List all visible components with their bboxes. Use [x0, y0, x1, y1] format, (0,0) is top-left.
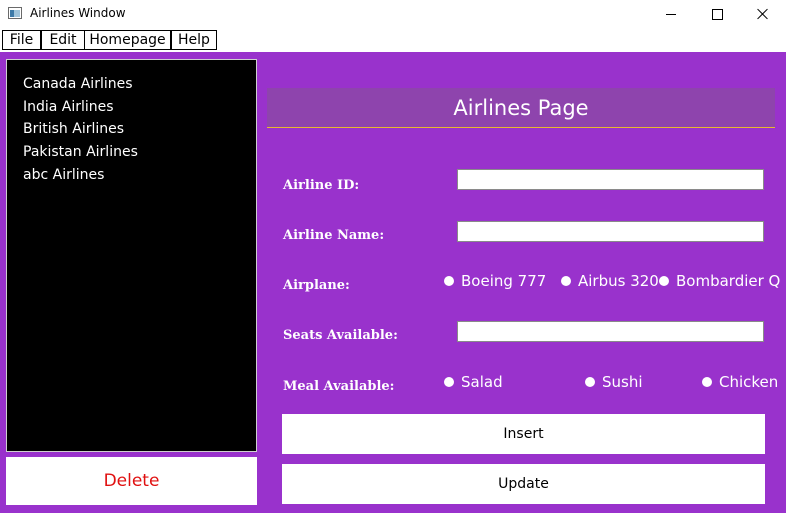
- radio-sushi[interactable]: Sushi: [585, 373, 643, 391]
- list-item-pakistan-airlines[interactable]: Pakistan Airlines: [23, 144, 138, 160]
- list-item-british-airlines[interactable]: British Airlines: [23, 121, 124, 137]
- maximize-icon: [711, 8, 723, 20]
- menu-edit[interactable]: Edit: [41, 30, 85, 50]
- radio-salad[interactable]: Salad: [444, 373, 503, 391]
- list-item-india-airlines[interactable]: India Airlines: [23, 99, 114, 115]
- airline-id-label: Airline ID:: [283, 178, 360, 193]
- radio-sushi-label: Sushi: [602, 373, 643, 391]
- radio-dot-icon: [659, 276, 669, 286]
- close-icon: [757, 8, 769, 20]
- airline-name-field[interactable]: [457, 221, 764, 242]
- insert-button[interactable]: Insert: [282, 414, 765, 454]
- radio-dot-icon: [561, 276, 571, 286]
- radio-boeing-777-label: Boeing 777: [461, 272, 547, 290]
- maximize-button[interactable]: [694, 0, 740, 28]
- airline-name-label: Airline Name:: [283, 228, 385, 243]
- menu-homepage[interactable]: Homepage: [84, 30, 171, 50]
- menu-bar: File Edit Homepage Help: [0, 28, 786, 52]
- meal-available-label: Meal Available:: [283, 379, 395, 394]
- close-button[interactable]: [740, 0, 786, 28]
- radio-airbus-320-label: Airbus 320: [578, 272, 659, 290]
- minimize-button[interactable]: [648, 0, 694, 28]
- page-title: Airlines Page: [267, 88, 775, 128]
- radio-dot-icon: [585, 377, 595, 387]
- radio-dot-icon: [444, 276, 454, 286]
- update-button[interactable]: Update: [282, 464, 765, 504]
- airlines-window: Airlines Window File Edit Homepage Help …: [0, 0, 786, 513]
- airplane-label: Airplane:: [283, 278, 350, 293]
- list-item-abc-airlines[interactable]: abc Airlines: [23, 167, 104, 183]
- window-app-icon: [8, 7, 22, 19]
- window-title: Airlines Window: [30, 6, 126, 20]
- minimize-icon: [666, 14, 676, 15]
- radio-salad-label: Salad: [461, 373, 503, 391]
- menu-file[interactable]: File: [2, 30, 41, 50]
- radio-chicken[interactable]: Chicken: [702, 373, 778, 391]
- radio-bombardier-q-label: Bombardier Q: [676, 272, 781, 290]
- title-bar[interactable]: Airlines Window: [0, 0, 786, 28]
- airline-list[interactable]: Canada Airlines India Airlines British A…: [6, 59, 257, 452]
- list-item-canada-airlines[interactable]: Canada Airlines: [23, 76, 133, 92]
- seats-available-field[interactable]: [457, 321, 764, 342]
- radio-dot-icon: [444, 377, 454, 387]
- airline-id-field[interactable]: [457, 169, 764, 190]
- radio-chicken-label: Chicken: [719, 373, 779, 391]
- radio-bombardier-q[interactable]: Bombardier Q: [659, 272, 780, 290]
- radio-boeing-777[interactable]: Boeing 777: [444, 272, 546, 290]
- seats-available-label: Seats Available:: [283, 328, 398, 343]
- radio-dot-icon: [702, 377, 712, 387]
- menu-help[interactable]: Help: [171, 30, 217, 50]
- radio-airbus-320[interactable]: Airbus 320: [561, 272, 659, 290]
- delete-button[interactable]: Delete: [6, 457, 257, 505]
